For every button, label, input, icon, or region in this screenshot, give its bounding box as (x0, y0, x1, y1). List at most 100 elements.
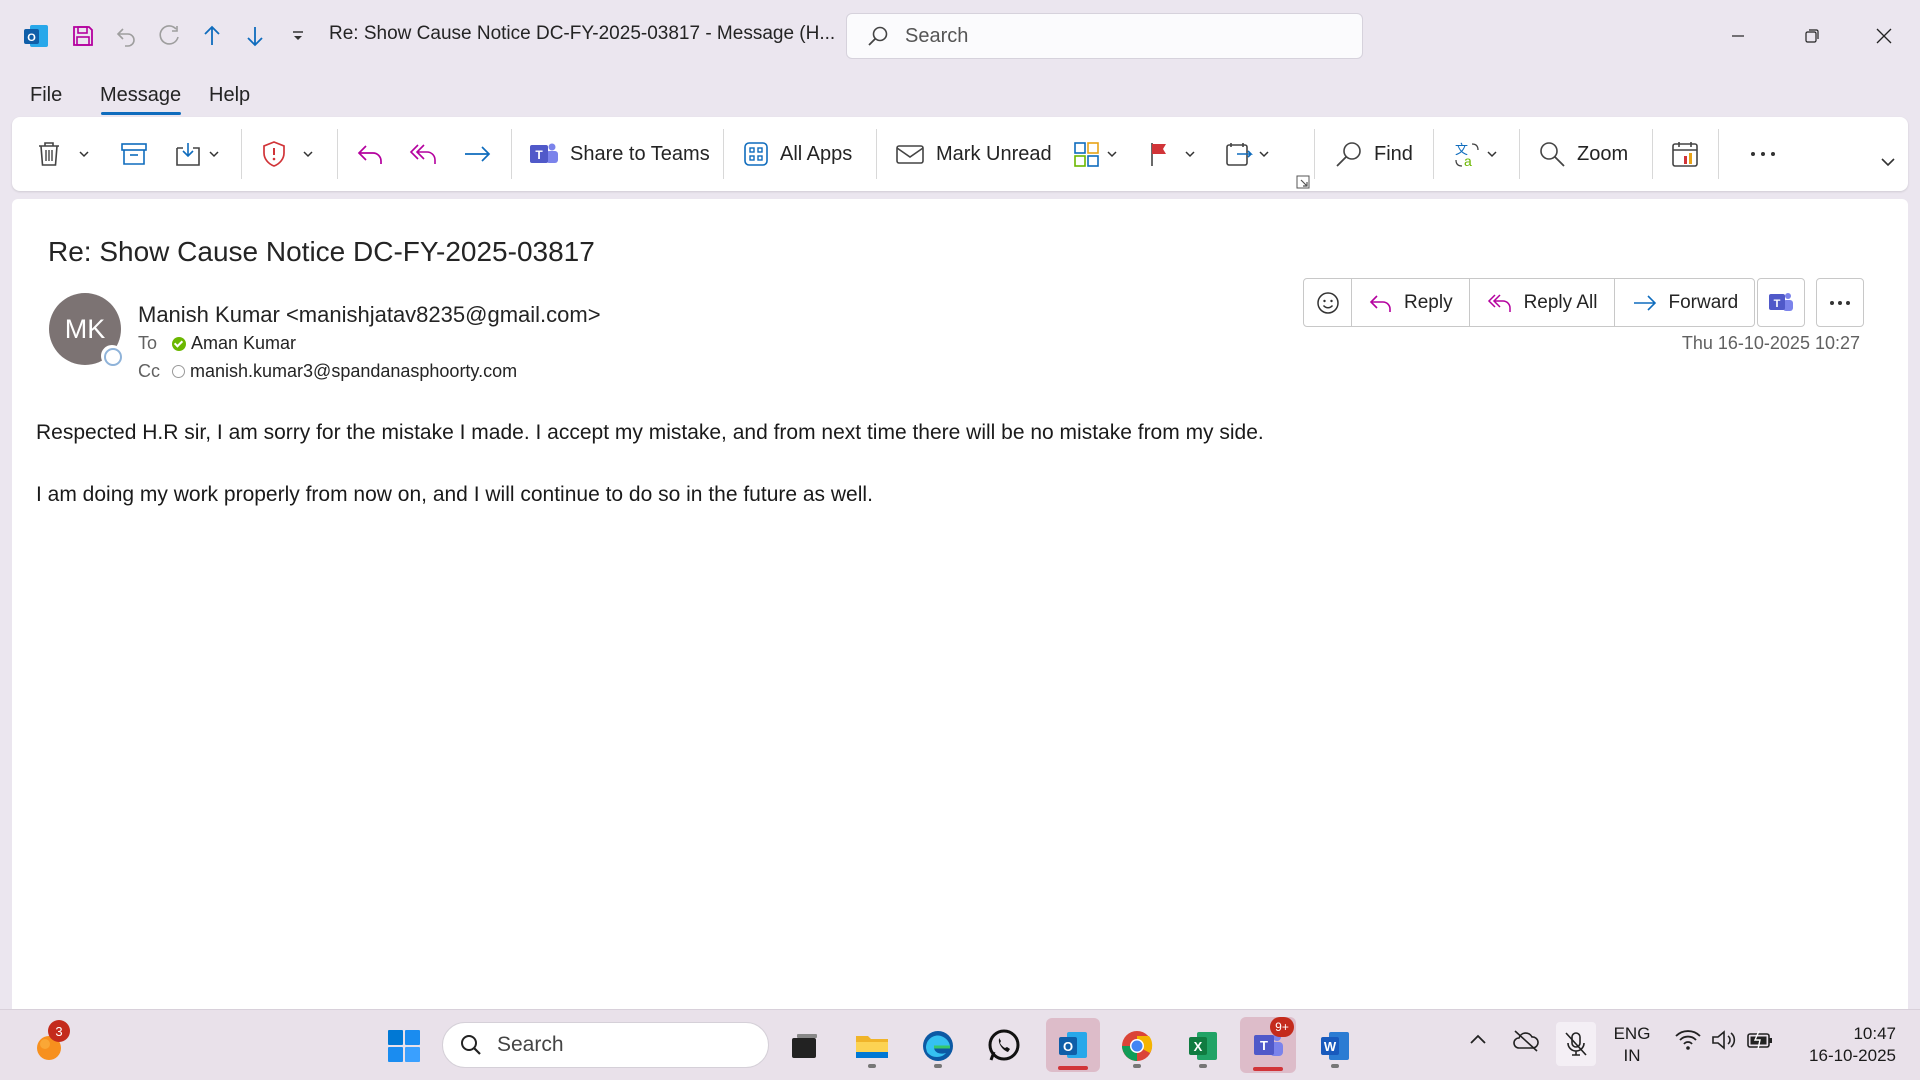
ribbon-divider (876, 129, 877, 179)
input-language-indicator[interactable]: ENG IN (1610, 1023, 1654, 1067)
viva-insights-button[interactable] (1670, 133, 1700, 175)
chevron-down-icon[interactable] (1486, 148, 1498, 160)
categorize-button[interactable] (1072, 133, 1118, 175)
reply-all-button[interactable]: Reply All (1470, 279, 1615, 326)
taskbar-search-input[interactable]: Search (442, 1022, 769, 1068)
network-button[interactable] (1674, 1028, 1702, 1052)
delete-button[interactable] (36, 133, 90, 175)
archive-button[interactable] (120, 133, 148, 175)
redo-icon[interactable] (151, 18, 187, 54)
report-button[interactable] (260, 133, 314, 175)
share-to-teams-message-button[interactable]: T (1757, 278, 1805, 327)
all-apps-button[interactable]: All Apps (742, 133, 852, 175)
svg-text:T: T (535, 148, 543, 162)
teams-icon: T (1769, 292, 1793, 311)
save-icon[interactable] (65, 18, 101, 54)
share-to-teams-label: Share to Teams (570, 142, 710, 165)
next-item-icon[interactable] (237, 18, 273, 54)
chevron-down-icon[interactable] (1106, 148, 1118, 160)
tab-message[interactable]: Message (100, 84, 181, 107)
cc-recipient[interactable]: manish.kumar3@spandanasphoorty.com (172, 361, 517, 382)
forward-button[interactable]: Forward (1615, 279, 1755, 326)
title-bar: O Re: Show Cause Notice DC-FY-2025-03817… (0, 0, 1920, 72)
show-hidden-icons-button[interactable] (1466, 1028, 1490, 1052)
reply-button[interactable]: Reply (1352, 279, 1470, 326)
minimize-button[interactable] (1718, 16, 1758, 56)
excel-icon: X (1189, 1032, 1217, 1060)
reply-icon (356, 140, 386, 168)
tab-file[interactable]: File (30, 84, 62, 107)
chevron-down-icon[interactable] (1184, 148, 1196, 160)
message-actions: Reply Reply All Forward (1303, 278, 1756, 327)
rules-button[interactable] (1224, 133, 1270, 175)
word-button[interactable]: W (1310, 1022, 1360, 1070)
whatsapp-icon (988, 1029, 1020, 1061)
undo-icon[interactable] (108, 18, 144, 54)
ribbon-divider (723, 129, 724, 179)
svg-text:W: W (1324, 1039, 1337, 1054)
to-recipient[interactable]: Aman Kumar (172, 333, 296, 354)
chevron-down-icon (1880, 154, 1896, 170)
ribbon-divider (511, 129, 512, 179)
ribbon-collapse-button[interactable] (1880, 141, 1896, 183)
reply-all-ribbon-button[interactable] (408, 133, 440, 175)
zoom-icon (1537, 140, 1567, 168)
search-input[interactable]: Search (846, 13, 1363, 59)
teams-notification-badge: 9+ (1270, 1017, 1294, 1037)
move-button[interactable] (174, 133, 220, 175)
close-button[interactable] (1864, 16, 1904, 56)
battery-button[interactable] (1746, 1028, 1774, 1052)
task-view-button[interactable] (779, 1022, 829, 1070)
flag-icon (1146, 140, 1174, 168)
all-apps-label: All Apps (780, 142, 853, 165)
follow-up-button[interactable] (1146, 133, 1196, 175)
whatsapp-button[interactable] (979, 1022, 1029, 1070)
onedrive-status-button[interactable] (1512, 1028, 1540, 1054)
envelope-icon (894, 140, 926, 168)
chevron-down-icon[interactable] (302, 148, 314, 160)
system-clock[interactable]: 10:47 16-10-2025 (1809, 1023, 1896, 1067)
running-indicator (1199, 1064, 1207, 1068)
outlook-app-icon: O (18, 18, 54, 54)
reply-all-icon (1487, 293, 1511, 312)
taskbar-search-placeholder: Search (497, 1033, 564, 1056)
volume-button[interactable] (1710, 1028, 1738, 1052)
running-indicator (934, 1064, 942, 1068)
previous-item-icon[interactable] (194, 18, 230, 54)
forward-ribbon-button[interactable] (462, 133, 494, 175)
chrome-button[interactable] (1112, 1022, 1162, 1070)
translate-button[interactable]: 文a (1452, 133, 1498, 175)
sender-name[interactable]: Manish Kumar <manishjatav8235@gmail.com> (138, 302, 601, 328)
find-button[interactable]: Find (1334, 133, 1413, 175)
reaction-button[interactable] (1304, 279, 1352, 326)
presence-status-icon (101, 345, 123, 367)
mark-unread-button[interactable]: Mark Unread (894, 133, 1052, 175)
start-button[interactable] (379, 1022, 429, 1070)
teams-taskbar-button[interactable]: T 9+ (1240, 1017, 1296, 1073)
tags-dialog-launcher[interactable] (1296, 161, 1310, 203)
zoom-button[interactable]: Zoom (1537, 133, 1628, 175)
forward-icon (1633, 294, 1656, 311)
reply-ribbon-button[interactable] (356, 133, 386, 175)
ribbon-divider (241, 129, 242, 179)
excel-button[interactable]: X (1178, 1022, 1228, 1070)
share-to-teams-button[interactable]: T Share to Teams (528, 133, 710, 175)
chevron-down-icon[interactable] (1258, 148, 1270, 160)
forward-label: Forward (1668, 291, 1739, 313)
tab-help[interactable]: Help (209, 84, 250, 107)
apps-grid-icon (742, 140, 770, 168)
customize-toolbar-icon[interactable] (280, 18, 316, 54)
widgets-button[interactable]: 3 (24, 1020, 74, 1070)
more-commands-button[interactable] (1748, 133, 1778, 175)
to-label: To (138, 333, 158, 353)
outlook-taskbar-button[interactable]: O (1046, 1018, 1100, 1072)
more-actions-button[interactable] (1816, 278, 1864, 327)
restore-button[interactable] (1792, 16, 1832, 56)
chevron-down-icon[interactable] (78, 148, 90, 160)
microphone-status-button[interactable] (1556, 1022, 1596, 1066)
speaker-icon (1712, 1030, 1736, 1050)
edge-button[interactable] (913, 1022, 963, 1070)
chevron-down-icon[interactable] (208, 148, 220, 160)
file-explorer-button[interactable] (847, 1022, 897, 1070)
svg-text:a: a (1464, 153, 1472, 168)
